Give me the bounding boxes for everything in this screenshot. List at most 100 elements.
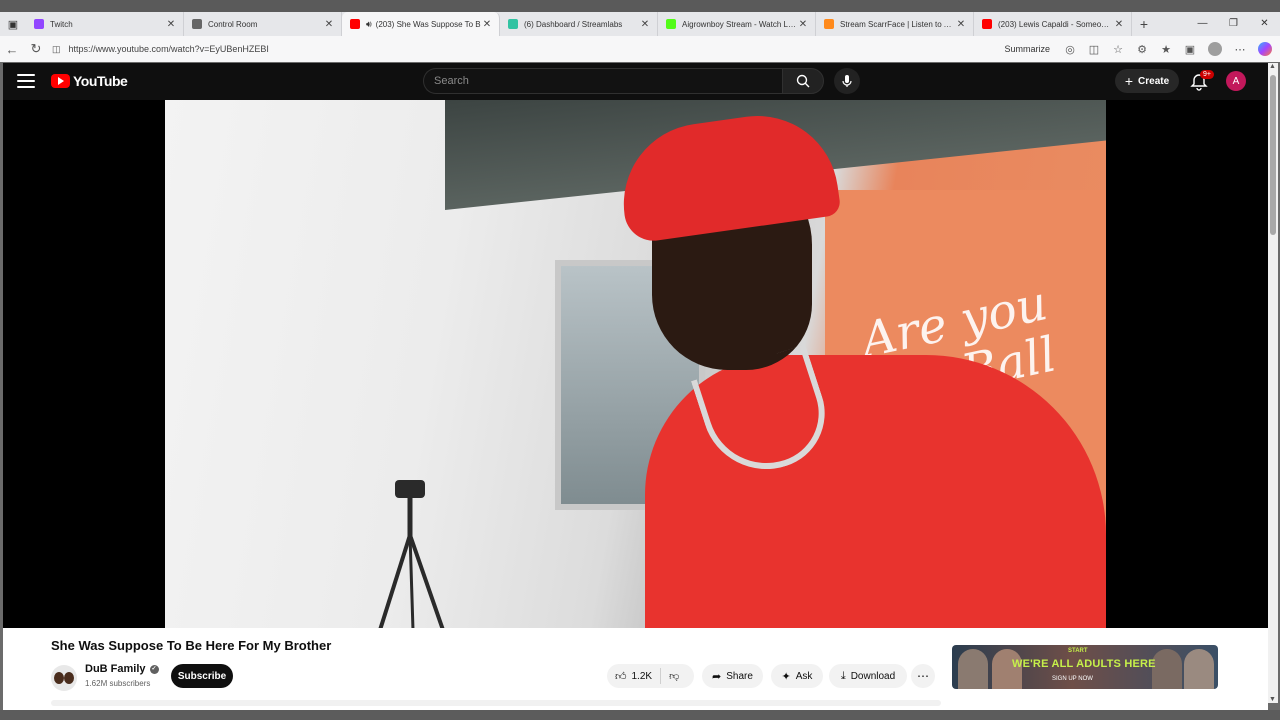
window-controls: — ❐ ✕ [1187, 12, 1280, 36]
scrollbar-thumb[interactable] [1270, 75, 1276, 235]
tab-close-icon[interactable]: ✕ [955, 19, 967, 30]
video-frame[interactable]: Are you My Ball [165, 100, 1106, 628]
search-box[interactable] [423, 68, 782, 94]
ad-person-image [1152, 649, 1182, 689]
search-icon [796, 74, 810, 88]
tab-title: Aigrownboy Stream - Watch Live [682, 19, 797, 29]
ad-headline: WE'RE ALL ADULTS HERE [1012, 658, 1156, 670]
voice-search-button[interactable] [834, 68, 860, 94]
video-scene-tripod [378, 480, 445, 628]
browser-tab[interactable]: Control Room ✕ [184, 12, 342, 36]
favorite-star-icon[interactable]: ☆ [1106, 43, 1130, 56]
video-title: She Was Suppose To Be Here For My Brothe… [51, 638, 332, 653]
control-room-icon [192, 19, 202, 29]
channel-avatar[interactable] [51, 665, 77, 691]
search-input[interactable] [434, 75, 782, 87]
share-button[interactable]: ➦ Share [702, 664, 763, 688]
site-info-icon[interactable]: ◫ [52, 44, 61, 55]
read-aloud-icon[interactable]: ◎ [1058, 43, 1082, 56]
page-viewport: YouTube + Create 9+ A [3, 63, 1268, 710]
sidebar-ad-banner[interactable]: START WE'RE ALL ADULTS HERE SIGN UP NOW [952, 645, 1218, 689]
share-arrow-icon: ➦ [712, 670, 722, 683]
address-bar[interactable]: ◫ https://www.youtube.com/watch?v=EyUBen… [52, 39, 1004, 59]
channel-name-row[interactable]: DuB Family ✓ [85, 663, 159, 675]
tab-title: Stream ScarrFace | Listen to Afri [840, 19, 955, 29]
browser-tab[interactable]: 🔊︎ (203) She Was Suppose To B ✕ [342, 12, 500, 36]
ask-button[interactable]: ✦ Ask [771, 664, 823, 688]
like-dislike-group: 👍︎ 1.2K 👎︎ [607, 664, 694, 688]
scroll-up-icon[interactable]: ▲ [1269, 63, 1276, 70]
page-scrollbar[interactable]: ▲ ▼ [1268, 63, 1278, 703]
youtube-play-icon [51, 74, 70, 88]
profile-icon[interactable] [1208, 42, 1222, 56]
more-horizontal-icon: ⋯ [917, 669, 929, 683]
kick-icon [666, 19, 676, 29]
tab-title: Twitch [50, 19, 73, 29]
like-button[interactable]: 👍︎ 1.2K [607, 664, 660, 688]
youtube-logo-text: YouTube [73, 73, 128, 89]
youtube-icon [982, 19, 992, 29]
account-avatar[interactable]: A [1226, 71, 1246, 91]
collections-icon[interactable]: ▣ [1178, 43, 1202, 56]
twitch-icon [34, 19, 44, 29]
tab-close-icon[interactable]: ✕ [639, 19, 651, 30]
create-label: Create [1138, 75, 1170, 87]
thumbs-up-icon: 👍︎ [615, 670, 627, 683]
back-icon[interactable]: ← [0, 37, 24, 61]
extensions-icon[interactable]: ⚙ [1130, 43, 1154, 56]
dislike-button[interactable]: 👎︎ [661, 664, 687, 688]
scroll-down-icon[interactable]: ▼ [1269, 696, 1276, 703]
sparkle-icon: ✦ [781, 670, 791, 683]
subscriber-count: 1.62M subscribers [85, 679, 151, 688]
favorites-icon[interactable]: ★ [1154, 43, 1178, 56]
more-actions-button[interactable]: ⋯ [911, 664, 935, 688]
subscribe-button[interactable]: Subscribe [171, 664, 233, 688]
tab-strip: Twitch ✕ Control Room ✕ 🔊︎ (203) She Was Supp… [26, 12, 1132, 36]
create-button[interactable]: + Create [1115, 69, 1179, 93]
copilot-icon[interactable] [1258, 42, 1272, 56]
tab-close-icon[interactable]: ✕ [323, 19, 335, 30]
share-label: Share [726, 670, 753, 682]
window-bottom-border [0, 710, 1280, 720]
search-button[interactable] [782, 68, 824, 94]
tab-close-icon[interactable]: ✕ [1113, 19, 1125, 30]
browser-tab[interactable]: (6) Dashboard / Streamlabs ✕ [500, 12, 658, 36]
browser-tab[interactable]: Stream ScarrFace | Listen to Afri ✕ [816, 12, 974, 36]
channel-name[interactable]: DuB Family [85, 663, 146, 675]
reload-icon[interactable]: ↻ [24, 37, 48, 61]
window-top-border [0, 0, 1280, 12]
restore-icon[interactable]: ❐ [1218, 12, 1249, 36]
url-text: https://www.youtube.com/watch?v=EyUBenHZ… [68, 44, 269, 54]
tab-audio-icon[interactable]: 🔊︎ [366, 19, 372, 30]
ad-person-image [958, 649, 988, 689]
download-button[interactable]: ⤓ Download [829, 664, 907, 688]
tab-close-icon[interactable]: ✕ [481, 19, 493, 30]
summarize-button[interactable]: Summarize [1004, 44, 1050, 54]
description-edge [51, 700, 941, 706]
tab-close-icon[interactable]: ✕ [165, 19, 177, 30]
tab-title: (6) Dashboard / Streamlabs [524, 19, 623, 29]
browser-tab-bar: ▣ Twitch ✕ Control Room ✕ 🔊︎ (203) She Was Su… [0, 12, 1280, 36]
minimize-icon[interactable]: — [1187, 12, 1218, 36]
browser-tab[interactable]: Aigrownboy Stream - Watch Live ✕ [658, 12, 816, 36]
more-menu-icon[interactable]: ⋯ [1228, 43, 1252, 56]
close-window-icon[interactable]: ✕ [1249, 12, 1280, 36]
video-info-section: She Was Suppose To Be Here For My Brothe… [3, 628, 1268, 710]
tab-close-icon[interactable]: ✕ [797, 19, 809, 30]
split-screen-icon[interactable]: ◫ [1082, 43, 1106, 56]
youtube-icon [350, 19, 360, 29]
tab-actions-icon[interactable]: ▣ [0, 12, 26, 36]
tab-title: (203) She Was Suppose To B [375, 19, 481, 29]
audiomack-icon [824, 19, 834, 29]
tab-title: Control Room [208, 19, 258, 29]
microphone-icon [842, 75, 852, 87]
youtube-logo[interactable]: YouTube [51, 73, 128, 89]
browser-tab[interactable]: Twitch ✕ [26, 12, 184, 36]
video-player[interactable]: Are you My Ball [3, 100, 1268, 628]
ad-cta: SIGN UP NOW [1052, 676, 1093, 682]
ad-person-image [1184, 649, 1214, 689]
notification-badge: 9+ [1200, 70, 1214, 79]
browser-tab[interactable]: (203) Lewis Capaldi - Someone Y ✕ [974, 12, 1132, 36]
new-tab-icon[interactable]: + [1132, 16, 1156, 32]
hamburger-menu-icon[interactable] [17, 74, 35, 88]
